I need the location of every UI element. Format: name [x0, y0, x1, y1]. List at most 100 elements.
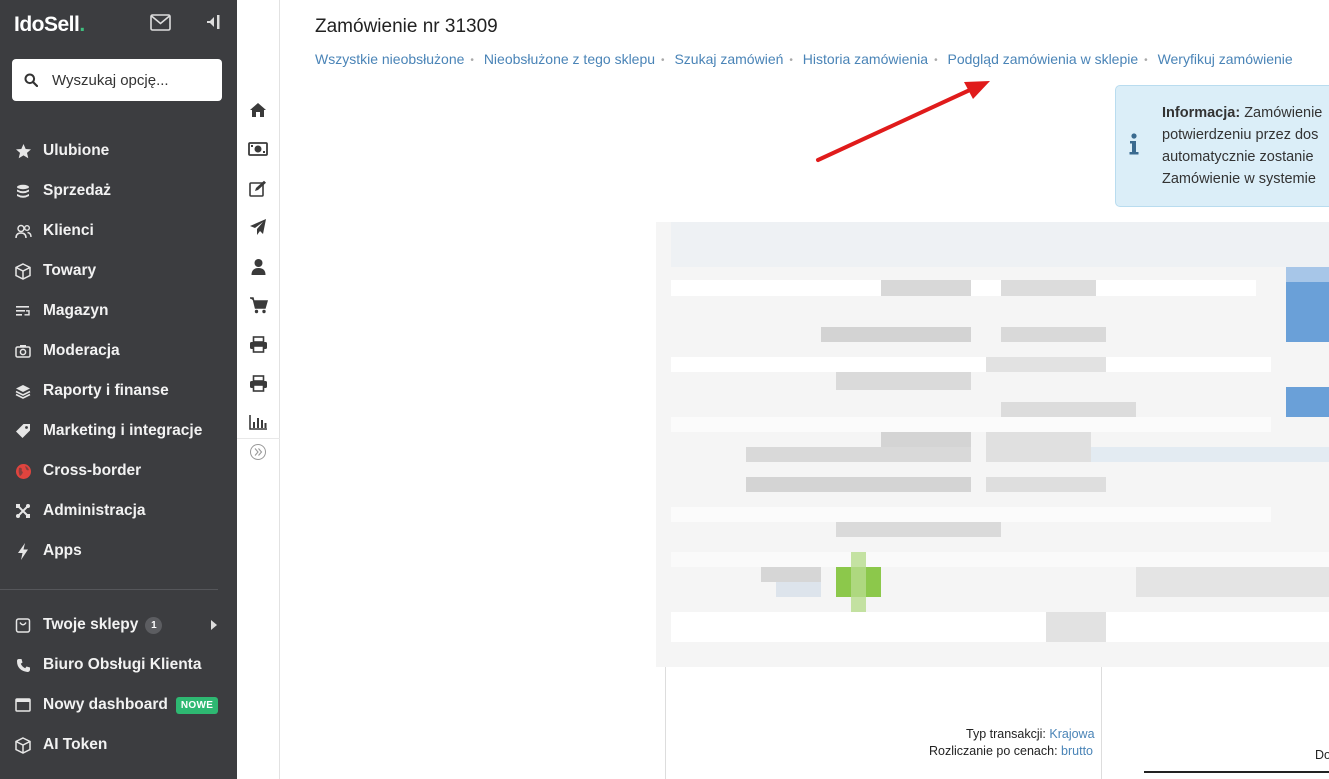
- menu-item-administracja[interactable]: Administracja: [0, 491, 237, 531]
- menu-label: Cross-border: [43, 462, 142, 479]
- menu-item-cross-border[interactable]: Cross-border: [0, 451, 237, 491]
- menu-item-magazyn[interactable]: Magazyn: [0, 291, 237, 331]
- warehouse-icon: [14, 302, 32, 320]
- phone-icon: [14, 656, 32, 674]
- star-icon: [14, 142, 32, 160]
- separator-dot: •: [1144, 55, 1148, 66]
- menu-label: Raporty i finanse: [43, 382, 169, 399]
- separator-dot: •: [661, 55, 665, 66]
- menu-item-klienci[interactable]: Klienci: [0, 211, 237, 251]
- cart-icon[interactable]: [248, 295, 268, 315]
- order-links-nav: Wszystkie nieobsłużone • Nieobsłużone z t…: [315, 51, 1293, 67]
- menu-label: Apps: [43, 542, 82, 559]
- expand-icon[interactable]: [248, 442, 268, 462]
- user-icon[interactable]: [248, 256, 268, 276]
- menu-item-biuro-obslugi-klienta[interactable]: Biuro Obsługi Klienta: [0, 645, 237, 685]
- tag-icon: [14, 422, 32, 440]
- menu-item-marketing-i-integracje[interactable]: Marketing i integracje: [0, 411, 237, 451]
- tools-icon: [14, 502, 32, 520]
- link-wszystkie-nieobsluzone[interactable]: Wszystkie nieobsłużone: [315, 51, 464, 67]
- menu-item-moderacja[interactable]: Moderacja: [0, 331, 237, 371]
- menu-item-nowy-dashboard[interactable]: Nowy dashboard NOWE: [0, 685, 237, 725]
- chevron-right-icon: [211, 620, 217, 630]
- transaction-type-label: Typ transakcji:: [966, 727, 1046, 741]
- pricing-row: Rozliczanie po cenach: brutto: [929, 744, 1093, 758]
- transaction-type-row: Typ transakcji: Krajowa: [966, 727, 1095, 741]
- pricing-link[interactable]: brutto: [1061, 744, 1093, 758]
- cube-icon: [14, 736, 32, 754]
- info-text: Informacja: Zamówienie potwierdzeniu prz…: [1162, 102, 1322, 190]
- column-border: [665, 667, 666, 779]
- menu-item-sprzedaz[interactable]: Sprzedaż: [0, 171, 237, 211]
- transaction-type-link[interactable]: Krajowa: [1049, 727, 1094, 741]
- search-icon: [24, 73, 39, 88]
- info-line: Zamówienie w systemie: [1162, 171, 1316, 187]
- menu-item-raporty-i-finanse[interactable]: Raporty i finanse: [0, 371, 237, 411]
- mail-icon[interactable]: [150, 14, 171, 36]
- link-podglad-zamowienia-w-sklepie[interactable]: Podgląd zamówienia w sklepie: [947, 51, 1138, 67]
- sidebar: IdoSell. Wyszukaj opcję... Ulubione Sprz…: [0, 0, 237, 779]
- option-search-input[interactable]: Wyszukaj opcję...: [12, 59, 222, 101]
- info-label: Informacja:: [1162, 105, 1241, 121]
- menu-item-ulubione[interactable]: Ulubione: [0, 131, 237, 171]
- money-icon[interactable]: [248, 139, 268, 159]
- menu-label: Magazyn: [43, 302, 109, 319]
- info-line: automatycznie zostanie: [1162, 149, 1314, 165]
- globe-icon: [14, 462, 32, 480]
- new-badge: NOWE: [175, 696, 219, 714]
- home-icon[interactable]: [248, 100, 268, 120]
- menu-label: Sprzedaż: [43, 182, 112, 199]
- sidebar-divider: [0, 589, 218, 590]
- pricing-label: Rozliczanie po cenach:: [929, 744, 1058, 758]
- bolt-icon: [14, 542, 32, 560]
- link-nieobsluzone-z-tego-sklepu[interactable]: Nieobsłużone z tego sklepu: [484, 51, 655, 67]
- page-title: Zamówienie nr 31309: [315, 16, 498, 37]
- info-line: potwierdzeniu przez dos: [1162, 127, 1319, 143]
- secondary-menu: Twoje sklepy 1 Biuro Obsługi Klienta Now…: [0, 605, 237, 765]
- collapse-sidebar-icon[interactable]: [205, 14, 221, 35]
- menu-label: Biuro Obsługi Klienta: [43, 656, 202, 673]
- info-line: Zamówienie: [1244, 105, 1323, 121]
- camera-icon: [14, 342, 32, 360]
- layers-icon: [14, 382, 32, 400]
- separator-dot: •: [470, 55, 474, 66]
- link-weryfikuj-zamowienie[interactable]: Weryfikuj zamówienie: [1158, 51, 1293, 67]
- edit-icon[interactable]: [248, 178, 268, 198]
- logo-text-ido: Ido: [14, 13, 45, 36]
- separator-dot: •: [934, 55, 938, 66]
- logo-text-sell: Sell: [44, 13, 80, 36]
- print-icon[interactable]: [248, 334, 268, 354]
- link-szukaj-zamowien[interactable]: Szukaj zamówień: [674, 51, 783, 67]
- iconbar-divider: [237, 438, 280, 439]
- obscured-order-preview: [656, 222, 1329, 667]
- menu-label: AI Token: [43, 736, 108, 753]
- link-historia-zamowienia[interactable]: Historia zamówienia: [803, 51, 928, 67]
- order-summary-area: Typ transakcji: Krajowa Rozliczanie po c…: [665, 667, 1329, 779]
- menu-item-towary[interactable]: Towary: [0, 251, 237, 291]
- info-box: Informacja: Zamówienie potwierdzeniu prz…: [1115, 85, 1329, 207]
- send-icon[interactable]: [248, 217, 268, 237]
- box-icon: [14, 262, 32, 280]
- order-action-iconbar: [237, 0, 280, 779]
- idosell-logo[interactable]: IdoSell.: [14, 13, 85, 37]
- info-icon: [1129, 133, 1139, 160]
- print-icon[interactable]: [248, 373, 268, 393]
- menu-label: Towary: [43, 262, 97, 279]
- shop-bag-icon: [14, 616, 32, 634]
- truncated-label: Do: [1315, 748, 1329, 762]
- menu-item-apps[interactable]: Apps: [0, 531, 237, 571]
- menu-item-twoje-sklepy[interactable]: Twoje sklepy 1: [0, 605, 237, 645]
- column-border: [1101, 667, 1102, 779]
- underline-bar: [1144, 771, 1329, 773]
- menu-label: Twoje sklepy: [43, 616, 139, 633]
- menu-item-ai-token[interactable]: AI Token: [0, 725, 237, 765]
- users-icon: [14, 222, 32, 240]
- separator-dot: •: [789, 55, 793, 66]
- menu-label: Klienci: [43, 222, 94, 239]
- menu-label: Marketing i integracje: [43, 422, 203, 439]
- main-menu: Ulubione Sprzedaż Klienci Towary Magazyn…: [0, 131, 237, 571]
- search-placeholder: Wyszukaj opcję...: [52, 71, 169, 89]
- menu-label: Ulubione: [43, 142, 110, 159]
- chart-icon[interactable]: [248, 412, 268, 432]
- shops-count-badge: 1: [145, 616, 163, 634]
